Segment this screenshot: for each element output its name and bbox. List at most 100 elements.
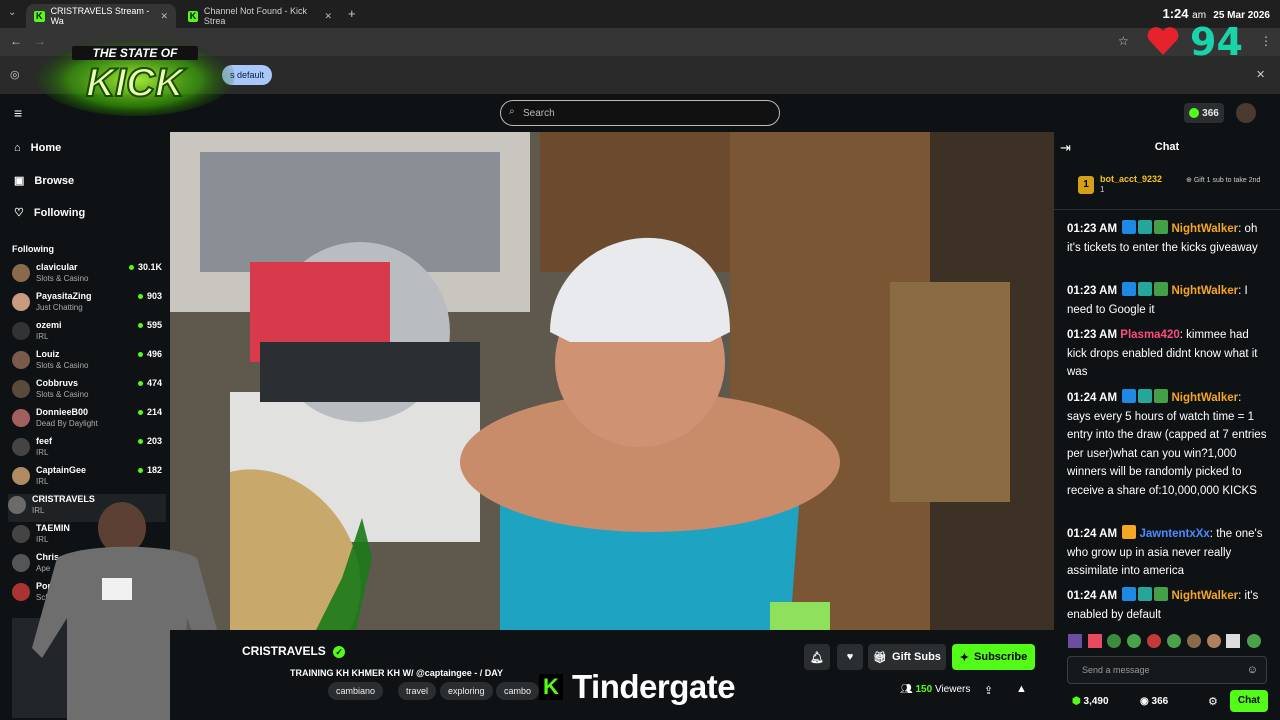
tab-close-icon[interactable]: ✕	[324, 11, 332, 22]
balance-value: 3,490	[1083, 696, 1109, 707]
avatar[interactable]	[1236, 103, 1256, 123]
message-time: 01:24 AM	[1067, 528, 1118, 540]
nav-browse[interactable]: ▣ Browse	[14, 174, 74, 188]
following-item[interactable]: feef IRL 203	[12, 436, 162, 464]
search-icon: ⌕	[509, 106, 515, 117]
following-item[interactable]: Cobbruvs Slots & Casino 474	[12, 378, 162, 406]
heart-overlay-icon	[1147, 27, 1179, 55]
report-icon[interactable]: ▲	[1016, 683, 1027, 695]
gift-icon: 🎁︎	[873, 651, 888, 664]
points-badge[interactable]: 366	[1184, 103, 1224, 123]
search-input[interactable]: ⌕ Search	[500, 100, 780, 126]
subscribe-label: Subscribe	[974, 651, 1028, 663]
following-item[interactable]: clavicular Slots & Casino 30.1K	[12, 262, 162, 290]
share-icon[interactable]: ⇪	[984, 684, 993, 697]
home-icon: ⌂	[14, 142, 21, 154]
message-username[interactable]: NightWalker	[1171, 590, 1238, 602]
following-category: Slots & Casino	[36, 361, 89, 370]
following-heading: Following	[12, 244, 54, 254]
following-viewers: 496	[138, 349, 162, 359]
verified-icon: ✓	[333, 646, 346, 658]
chat-badge-icon	[1138, 282, 1153, 296]
chrome-icon: ◎	[10, 69, 20, 81]
following-item[interactable]: ozemi IRL 595	[12, 320, 162, 348]
message-time: 01:23 AM	[1067, 329, 1118, 341]
new-tab-icon[interactable]: +	[348, 6, 356, 21]
tag-cambiano[interactable]: cambiano	[328, 682, 384, 700]
chat-badge-icon	[1154, 389, 1169, 403]
gift-icon: ⊕	[1186, 177, 1192, 184]
chat-send-button[interactable]: Chat	[1230, 690, 1268, 712]
following-viewers: 595	[138, 320, 162, 330]
notification-bell-button[interactable]: 🔔︎	[804, 644, 830, 670]
rank-badge: 1	[1078, 176, 1094, 194]
chat-badge-icon	[1138, 220, 1153, 234]
viewers-icon: 👥︎	[900, 684, 913, 695]
following-item[interactable]: DonnieeB00 Dead By Daylight 214	[12, 407, 162, 435]
following-name: feef	[36, 436, 53, 446]
message-username[interactable]: NightWalker	[1171, 285, 1238, 297]
message-username[interactable]: NightWalker	[1171, 392, 1238, 404]
nav-home[interactable]: ⌂ Home	[14, 142, 61, 154]
kick-balance[interactable]: ⬢ 3,490	[1072, 696, 1109, 707]
following-item[interactable]: Louiz Slots & Casino 496	[12, 349, 162, 377]
chat-badge-icon	[1154, 282, 1169, 296]
points-value: 366	[1151, 696, 1169, 707]
subscribe-button[interactable]: ✦ Subscribe	[952, 644, 1035, 670]
chat-message: 01:23 AM NightWalker: I need to Google i…	[1067, 282, 1267, 319]
tag-cambo[interactable]: cambo	[496, 682, 540, 700]
bookmark-star-icon[interactable]: ☆	[1118, 34, 1129, 48]
following-item[interactable]: CaptainGee IRL 182	[12, 465, 162, 493]
message-username[interactable]: Plasma420	[1120, 329, 1179, 341]
message-username[interactable]: NightWalker	[1171, 223, 1238, 235]
stream-title: TRAINING KH KHMER KH W/ @captaingee - / …	[290, 668, 503, 678]
browse-icon: ▣	[14, 175, 25, 187]
emoji-icon[interactable]: ☺	[1247, 657, 1258, 683]
chat-input[interactable]: Send a message ☺	[1067, 656, 1267, 684]
following-item[interactable]: PayasitaZing Just Chatting 903	[12, 291, 162, 319]
browser-menu-icon[interactable]: ⋮	[1260, 34, 1272, 48]
tab-close-icon[interactable]: ✕	[160, 11, 168, 22]
leaderboard-count: 1	[1100, 185, 1105, 194]
kick-coin-icon	[1189, 108, 1200, 118]
avatar	[12, 293, 30, 311]
gift-prompt[interactable]: ⊕ Gift 1 sub to take 2nd	[1186, 176, 1276, 184]
message-time: 01:23 AM	[1067, 285, 1118, 297]
message-username[interactable]: JawntentxXx	[1139, 528, 1209, 540]
tag-travel[interactable]: travel	[398, 682, 437, 700]
tab-title: CRISTRAVELS Stream - Wa	[50, 6, 150, 26]
chat-settings-gear-icon[interactable]: ⚙	[1208, 695, 1218, 708]
svg-text:KICK: KICK	[86, 61, 187, 105]
chat-title: Chat	[1154, 141, 1180, 153]
leaderboard-user[interactable]: bot_acct_9232	[1100, 174, 1162, 184]
gift-subs-button[interactable]: 🎁︎ Gift Subs	[868, 644, 946, 670]
chat-badge-icon	[1122, 282, 1137, 296]
nav-following[interactable]: ♡ Following	[14, 206, 85, 220]
heart-icon: ♥	[846, 651, 854, 663]
follow-heart-button[interactable]: ♥	[837, 644, 863, 670]
infobar-close-icon[interactable]: ✕	[1256, 68, 1265, 81]
following-category: IRL	[36, 448, 49, 457]
following-name: DonnieeB00	[36, 407, 89, 417]
coins-icon: ⬢	[1072, 696, 1081, 707]
chat-badge-icon	[1154, 220, 1169, 234]
chat-badge-icon	[1122, 587, 1137, 601]
points-value: 366	[1202, 107, 1219, 119]
channel-points[interactable]: ◉ 366	[1140, 696, 1168, 707]
hamburger-menu-icon[interactable]: ≡	[14, 105, 22, 121]
kick-logo-icon: K	[539, 674, 563, 700]
following-category: IRL	[36, 477, 49, 486]
heart-icon: ♡	[14, 207, 24, 219]
channel-name[interactable]: CRISTRAVELS ✓	[242, 644, 346, 658]
back-icon[interactable]: ←	[10, 34, 22, 48]
points-icon: ◉	[1140, 696, 1149, 707]
crown-badge-icon	[1122, 525, 1137, 539]
tag-exploring[interactable]: exploring	[440, 682, 493, 700]
message-time: 01:24 AM	[1067, 590, 1118, 602]
svg-text:THE STATE OF: THE STATE OF	[93, 46, 179, 60]
following-name: PayasitaZing	[36, 291, 92, 301]
following-category: Just Chatting	[36, 303, 83, 312]
chat-message: 01:24 AM NightWalker: it's enabled by de…	[1067, 587, 1267, 624]
tab-list-icon[interactable]: ⌄	[8, 7, 16, 18]
emote-row	[1068, 634, 1261, 648]
